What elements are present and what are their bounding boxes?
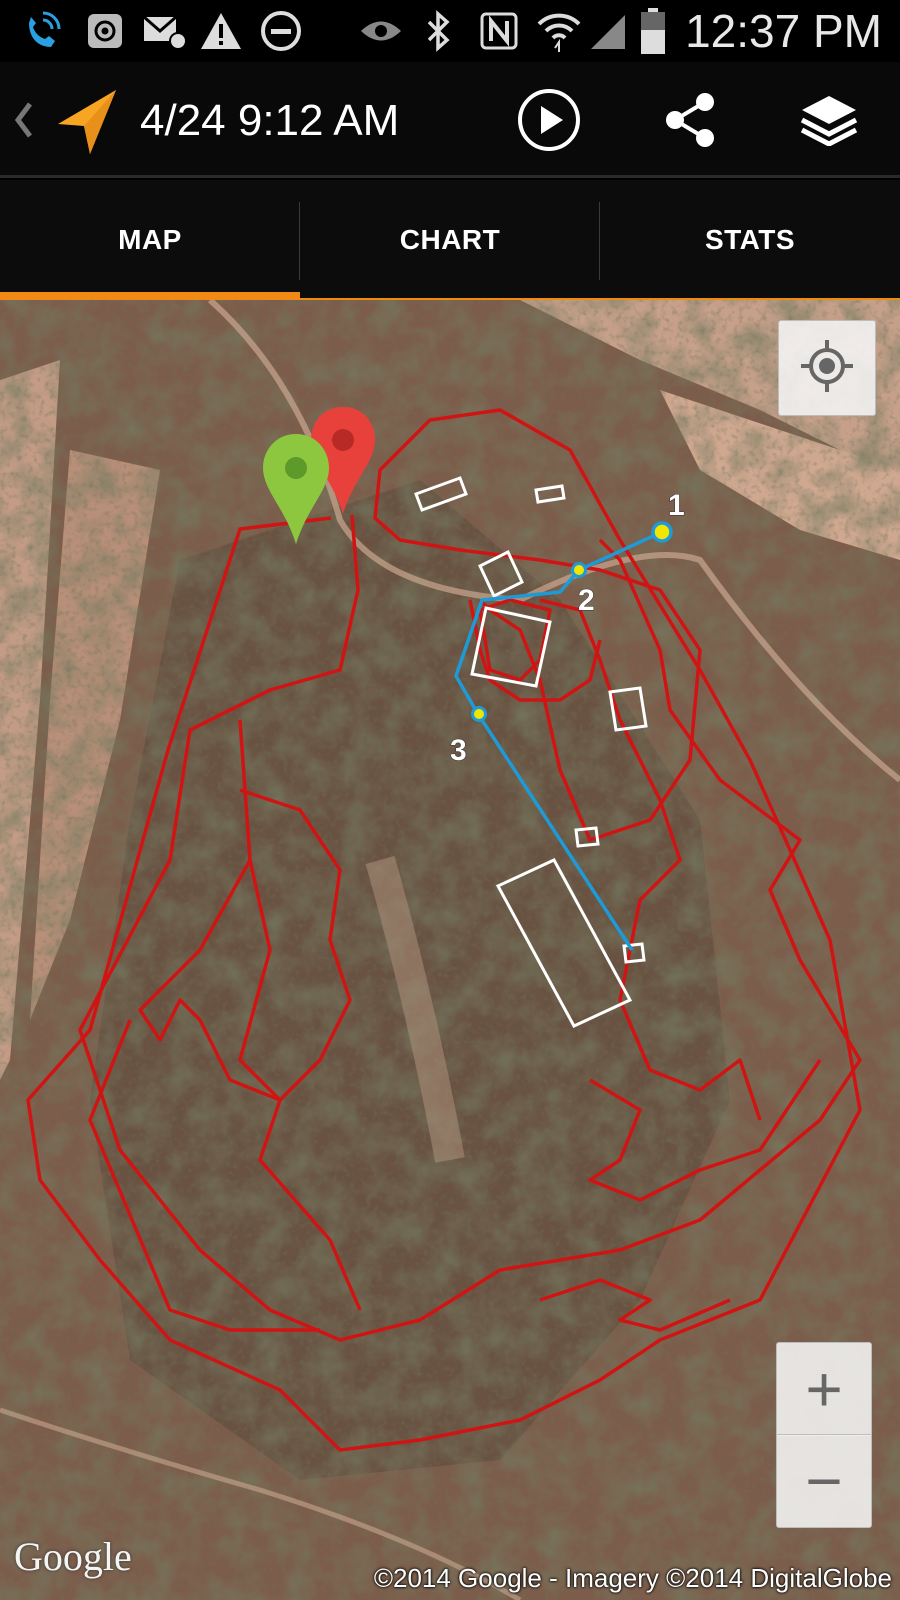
email-icon	[140, 8, 190, 54]
my-location-button[interactable]	[778, 320, 876, 416]
tab-label: CHART	[399, 224, 501, 255]
terrain-speckle	[0, 300, 900, 1600]
warning-icon	[198, 8, 244, 54]
map-attribution: ©2014 Google - Imagery ©2014 DigitalGlob…	[373, 1563, 892, 1593]
layers-icon	[800, 94, 858, 151]
map-canvas: 1 2 3	[0, 300, 900, 1600]
share-button[interactable]	[656, 90, 726, 154]
play-icon	[517, 88, 581, 157]
status-time: 12:37 PM	[685, 5, 882, 57]
tab-chart[interactable]: CHART	[300, 180, 600, 300]
waypoint-2-label: 2	[578, 584, 595, 617]
battery-icon	[636, 8, 670, 54]
tab-map[interactable]: MAP	[0, 180, 300, 300]
bluetooth-icon	[420, 8, 458, 54]
wifi-icon	[534, 8, 584, 54]
do-not-disturb-icon	[258, 8, 304, 54]
google-logo: Google	[14, 1534, 132, 1579]
action-bar: 4/24 9:12 AM	[0, 62, 900, 178]
waypoint-1-marker[interactable]	[651, 521, 673, 543]
navigation-arrow-icon[interactable]	[52, 86, 124, 158]
wifi-calling-icon	[18, 8, 64, 54]
back-chevron-icon[interactable]	[8, 98, 38, 142]
satellite-map[interactable]: 1 2 3 + − Google ©2014 Google - Imagery …	[0, 300, 900, 1600]
zoom-out-button[interactable]: −	[776, 1434, 872, 1528]
play-button[interactable]	[514, 88, 584, 157]
waypoint-2-marker[interactable]	[571, 562, 587, 578]
layers-button[interactable]	[794, 90, 864, 154]
tab-label: STATS	[704, 224, 796, 255]
share-icon	[661, 90, 721, 155]
nfc-icon	[476, 8, 522, 54]
status-bar: 12:37 PM	[0, 0, 900, 62]
tab-bar: MAP CHART STATS	[0, 180, 900, 300]
zoom-in-button[interactable]: +	[776, 1342, 872, 1436]
crosshair-icon	[799, 338, 855, 399]
signal-icon	[588, 8, 628, 54]
eye-icon	[358, 8, 404, 54]
waypoint-1-label: 1	[668, 489, 685, 522]
at-sign-icon	[82, 8, 128, 54]
waypoint-3-marker[interactable]	[471, 706, 487, 722]
page-title: 4/24 9:12 AM	[140, 96, 400, 145]
tab-label: MAP	[118, 224, 182, 255]
waypoint-3-label: 3	[450, 734, 467, 767]
tab-stats[interactable]: STATS	[600, 180, 900, 300]
